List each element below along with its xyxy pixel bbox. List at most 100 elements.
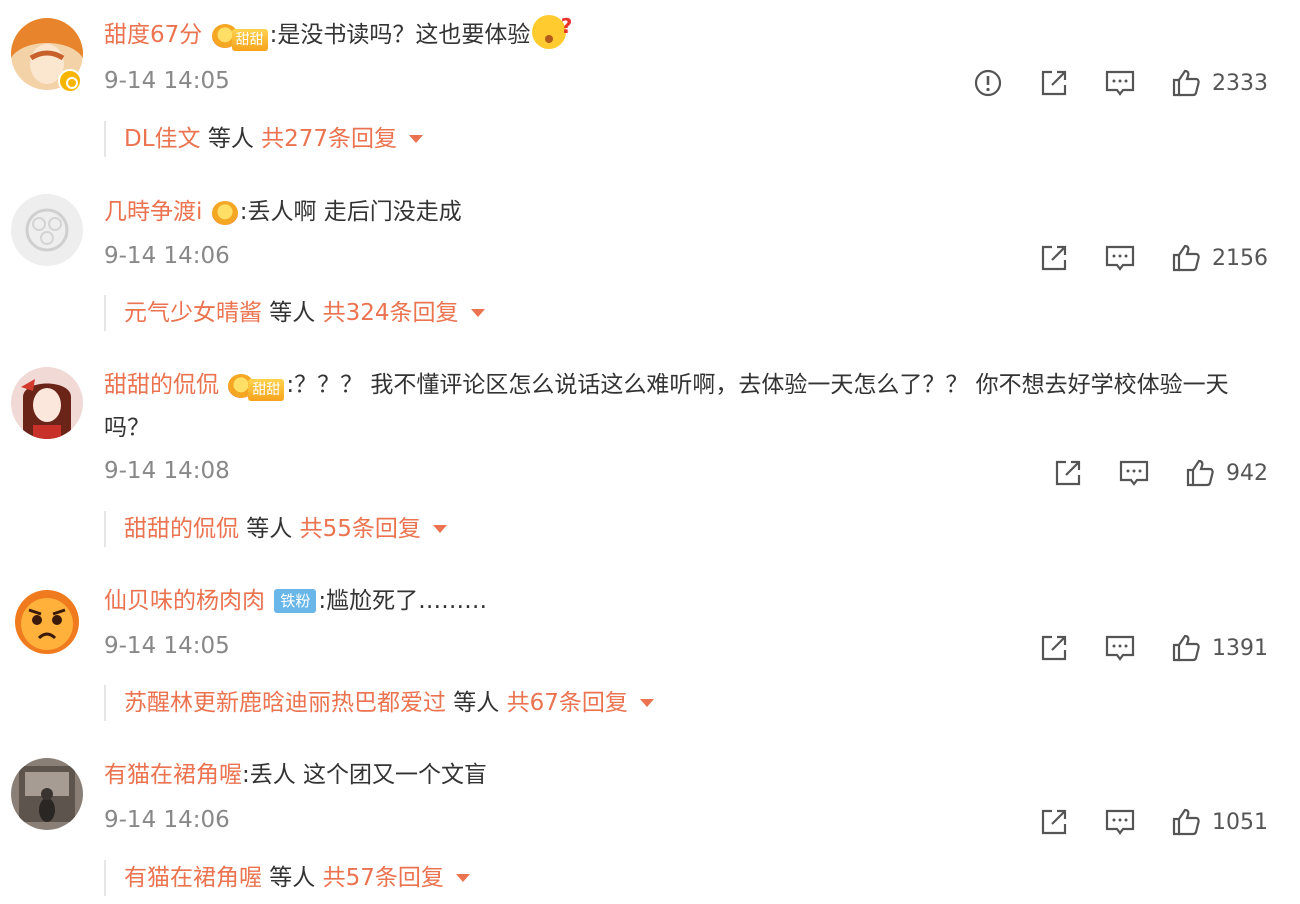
caret-down-icon[interactable]	[409, 135, 424, 143]
thumbs-up-icon	[1172, 69, 1200, 97]
comment-actions: 2333	[938, 63, 1268, 103]
report-button[interactable]	[972, 67, 1004, 99]
fan-badge-label: 甜甜	[248, 379, 285, 401]
thumbs-up-icon	[1172, 634, 1200, 662]
verified-badge-icon	[58, 69, 82, 93]
like-count: 1391	[1212, 635, 1268, 661]
confused-emoji-icon	[532, 5, 572, 49]
reply-summary[interactable]: 甜甜的侃侃 等人 共55条回复	[104, 511, 447, 547]
separator: :	[318, 588, 327, 614]
reply-summary[interactable]: 元气少女晴酱 等人 共324条回复	[104, 295, 485, 331]
comment-time: 9-14 14:08	[104, 458, 230, 484]
comment-button[interactable]	[1104, 242, 1136, 274]
like-button[interactable]: 1051	[1170, 806, 1268, 838]
comment-icon	[1105, 809, 1135, 835]
reply-others: 等人	[262, 300, 323, 326]
username[interactable]: 甜甜的侃侃	[104, 372, 219, 398]
caret-down-icon[interactable]	[470, 309, 485, 317]
caret-down-icon[interactable]	[455, 874, 470, 882]
comment-line: 几時争渡i :丢人啊 走后门没走成	[104, 191, 1260, 233]
share-button[interactable]	[1052, 457, 1084, 489]
reply-count[interactable]: 共55条回复	[300, 516, 421, 542]
reply-username[interactable]: 甜甜的侃侃	[124, 516, 239, 542]
reply-count[interactable]: 共67条回复	[507, 690, 628, 716]
comment-line: 仙贝味的杨肉肉 铁粉:尴尬死了………	[104, 580, 1260, 622]
share-button[interactable]	[1038, 242, 1070, 274]
thumbs-up-icon	[1186, 459, 1214, 487]
share-icon	[1041, 635, 1067, 661]
avatar[interactable]	[11, 194, 83, 266]
comment-actions: 1391	[1004, 628, 1268, 668]
reply-count[interactable]: 共277条回复	[261, 126, 397, 152]
comment-icon	[1105, 245, 1135, 271]
reply-others: 等人	[262, 865, 323, 891]
like-count: 1051	[1212, 809, 1268, 835]
reply-username[interactable]: 苏醒林更新鹿晗迪丽热巴都爱过	[124, 690, 446, 716]
reply-others: 等人	[446, 690, 507, 716]
reply-count[interactable]: 共57条回复	[323, 865, 444, 891]
thumbs-up-icon	[1172, 808, 1200, 836]
username[interactable]: 几時争渡i	[104, 199, 202, 225]
fan-medal-icon: 甜甜	[211, 17, 268, 51]
share-button[interactable]	[1038, 806, 1070, 838]
share-icon	[1055, 460, 1081, 486]
comment-item: 仙贝味的杨肉肉 铁粉:尴尬死了……… 9-14 14:05 1391 苏醒林更新…	[0, 565, 1300, 740]
reply-username[interactable]: 有猫在裙角喔	[124, 865, 262, 891]
share-button[interactable]	[1038, 632, 1070, 664]
username[interactable]: 仙贝味的杨肉肉	[104, 588, 265, 614]
comment-item: 甜甜的侃侃 甜甜:？？？ 我不懂评论区怎么说话这么难听啊，去体验一天怎么了？？ …	[0, 350, 1300, 565]
comment-button[interactable]	[1104, 67, 1136, 99]
like-count: 2156	[1212, 245, 1268, 271]
like-button[interactable]: 2156	[1170, 242, 1268, 274]
reply-username[interactable]: DL佳文	[124, 126, 201, 152]
comment-item: 甜度67分 甜甜:是没书读吗？这也要体验 9-14 14:05 2333 DL佳…	[0, 0, 1300, 175]
exclamation-circle-icon	[974, 69, 1002, 97]
like-count: 2333	[1212, 70, 1268, 96]
comment-text: 是没书读吗？这也要体验	[277, 22, 531, 48]
comment-item: 几時争渡i :丢人啊 走后门没走成 9-14 14:06 2156 元气少女晴酱…	[0, 175, 1300, 350]
comment-line: 甜甜的侃侃 甜甜:？？？ 我不懂评论区怎么说话这么难听啊，去体验一天怎么了？？ …	[104, 364, 1260, 450]
reply-username[interactable]: 元气少女晴酱	[124, 300, 262, 326]
reply-others: 等人	[200, 126, 262, 152]
avatar[interactable]	[11, 758, 83, 830]
comment-time: 9-14 14:05	[104, 68, 230, 94]
fan-badge-label: 甜甜	[231, 29, 268, 51]
share-button[interactable]	[1038, 67, 1070, 99]
comment-line: 有猫在裙角喔:丢人 这个团又一个文盲	[104, 754, 1260, 796]
reply-count[interactable]: 共324条回复	[323, 300, 459, 326]
fan-medal-icon	[211, 194, 238, 225]
avatar[interactable]	[11, 584, 83, 656]
comment-icon	[1119, 460, 1149, 486]
reply-summary[interactable]: 有猫在裙角喔 等人 共57条回复	[104, 860, 470, 896]
comment-icon	[1105, 70, 1135, 96]
comment-button[interactable]	[1104, 806, 1136, 838]
comment-item: 有猫在裙角喔:丢人 这个团又一个文盲 9-14 14:06 1051 有猫在裙角…	[0, 740, 1300, 904]
reply-summary[interactable]: DL佳文 等人 共277条回复	[104, 121, 424, 157]
comment-time: 9-14 14:06	[104, 243, 230, 269]
like-count: 942	[1226, 460, 1268, 486]
caret-down-icon[interactable]	[432, 525, 447, 533]
separator: :	[242, 762, 250, 788]
like-button[interactable]: 2333	[1170, 67, 1268, 99]
comment-time: 9-14 14:05	[104, 633, 230, 659]
avatar[interactable]	[11, 367, 83, 439]
comment-text: 丢人啊 走后门没走成	[247, 199, 462, 225]
reply-summary[interactable]: 苏醒林更新鹿晗迪丽热巴都爱过 等人 共67条回复	[104, 685, 654, 721]
like-button[interactable]: 1391	[1170, 632, 1268, 664]
share-icon	[1041, 245, 1067, 271]
share-icon	[1041, 809, 1067, 835]
username[interactable]: 有猫在裙角喔	[104, 762, 242, 788]
comment-text: 丢人 这个团又一个文盲	[249, 762, 488, 788]
username[interactable]: 甜度67分	[104, 22, 202, 48]
like-button[interactable]: 942	[1184, 457, 1268, 489]
comment-button[interactable]	[1118, 457, 1150, 489]
comment-text: 尴尬死了………	[326, 588, 488, 614]
comment-line: 甜度67分 甜甜:是没书读吗？这也要体验	[104, 5, 1260, 56]
reply-others: 等人	[239, 516, 300, 542]
comment-time: 9-14 14:06	[104, 807, 230, 833]
comment-actions: 942	[1018, 453, 1268, 493]
comment-actions: 2156	[1004, 238, 1268, 278]
caret-down-icon[interactable]	[639, 699, 654, 707]
comment-button[interactable]	[1104, 632, 1136, 664]
share-icon	[1041, 70, 1067, 96]
